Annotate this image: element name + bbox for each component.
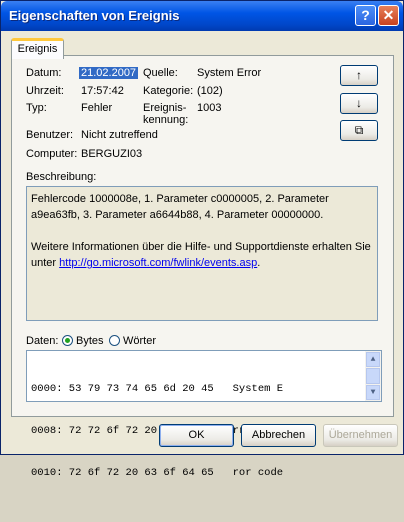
kategorie-label: Kategorie: — [143, 85, 194, 97]
tab-ereignis[interactable]: Ereignis — [11, 38, 64, 59]
quelle-label: Quelle: — [143, 67, 178, 79]
benutzer-label: Benutzer: — [26, 129, 74, 141]
arrow-down-icon: ↓ — [356, 96, 362, 110]
copy-icon: ⧉ — [354, 123, 364, 137]
uhrzeit-label: Uhrzeit: — [26, 85, 64, 97]
typ-value: Fehler — [81, 102, 113, 114]
kategorie-value: (102) — [197, 85, 223, 97]
quelle-value: System Error — [197, 67, 262, 79]
next-event-button[interactable]: ↓ — [340, 93, 378, 114]
scroll-thumb[interactable] — [366, 368, 380, 384]
description-paragraph-1: Fehlercode 1000008e, 1. Parameter c00000… — [31, 193, 329, 221]
typ-label: Typ: — [26, 102, 47, 114]
scroll-up-arrow-icon[interactable]: ▲ — [366, 352, 380, 367]
description-paragraph-2: Weitere Informationen über die Hilfe- un… — [31, 239, 373, 271]
close-button[interactable]: ✕ — [378, 5, 399, 26]
description-label: Beschreibung: — [26, 171, 97, 183]
copy-button[interactable]: ⧉ — [340, 120, 378, 141]
arrow-up-icon: ↑ — [356, 68, 362, 82]
data-hex-box[interactable]: 0000: 53 79 73 74 65 6d 20 45 System E 0… — [26, 350, 382, 479]
radio-bytes[interactable]: Bytes — [62, 335, 104, 347]
kennung-label-2: kennung: — [143, 114, 189, 126]
apply-button[interactable]: Übernehmen — [323, 424, 398, 447]
benutzer-value: Nicht zutreffend — [81, 129, 158, 141]
computer-label: Computer: — [26, 148, 78, 160]
radio-woerter-circle[interactable] — [109, 335, 120, 346]
previous-event-button[interactable]: ↑ — [340, 65, 378, 86]
title-bar[interactable]: Eigenschaften von Ereignis ? ✕ — [1, 1, 403, 31]
event-properties-dialog: Eigenschaften von Ereignis ? ✕ Ereignis … — [0, 0, 404, 479]
data-label: Daten: — [26, 335, 59, 347]
radio-woerter-label: Wörter — [123, 335, 156, 347]
hex-scrollbar[interactable]: ▲ ▼ — [365, 351, 381, 401]
description-box[interactable]: Fehlercode 1000008e, 1. Parameter c00000… — [26, 186, 378, 321]
radio-bytes-label: Bytes — [76, 335, 104, 347]
cancel-button[interactable]: Abbrechen — [241, 424, 316, 447]
help-button[interactable]: ? — [355, 5, 376, 26]
hex-row: 0000: 53 79 73 74 65 6d 20 45 System E — [31, 383, 284, 395]
support-link[interactable]: http://go.microsoft.com/fwlink/events.as… — [59, 257, 257, 269]
datum-value: 21.02.2007 — [79, 67, 139, 79]
kennung-label-1: Ereignis- — [143, 102, 187, 114]
computer-value: BERGUZI03 — [81, 148, 143, 160]
hex-row: 0010: 72 6f 72 20 63 6f 64 65 ror code — [31, 467, 284, 479]
window-title: Eigenschaften von Ereignis — [9, 8, 180, 23]
radio-woerter[interactable]: Wörter — [109, 335, 156, 347]
uhrzeit-value: 17:57:42 — [81, 85, 124, 97]
ok-button[interactable]: OK — [159, 424, 234, 447]
radio-bytes-circle[interactable] — [62, 335, 73, 346]
kennung-value: 1003 — [197, 102, 222, 114]
scroll-down-arrow-icon[interactable]: ▼ — [366, 385, 380, 400]
description-tail: . — [257, 257, 261, 269]
datum-label: Datum: — [26, 67, 62, 79]
